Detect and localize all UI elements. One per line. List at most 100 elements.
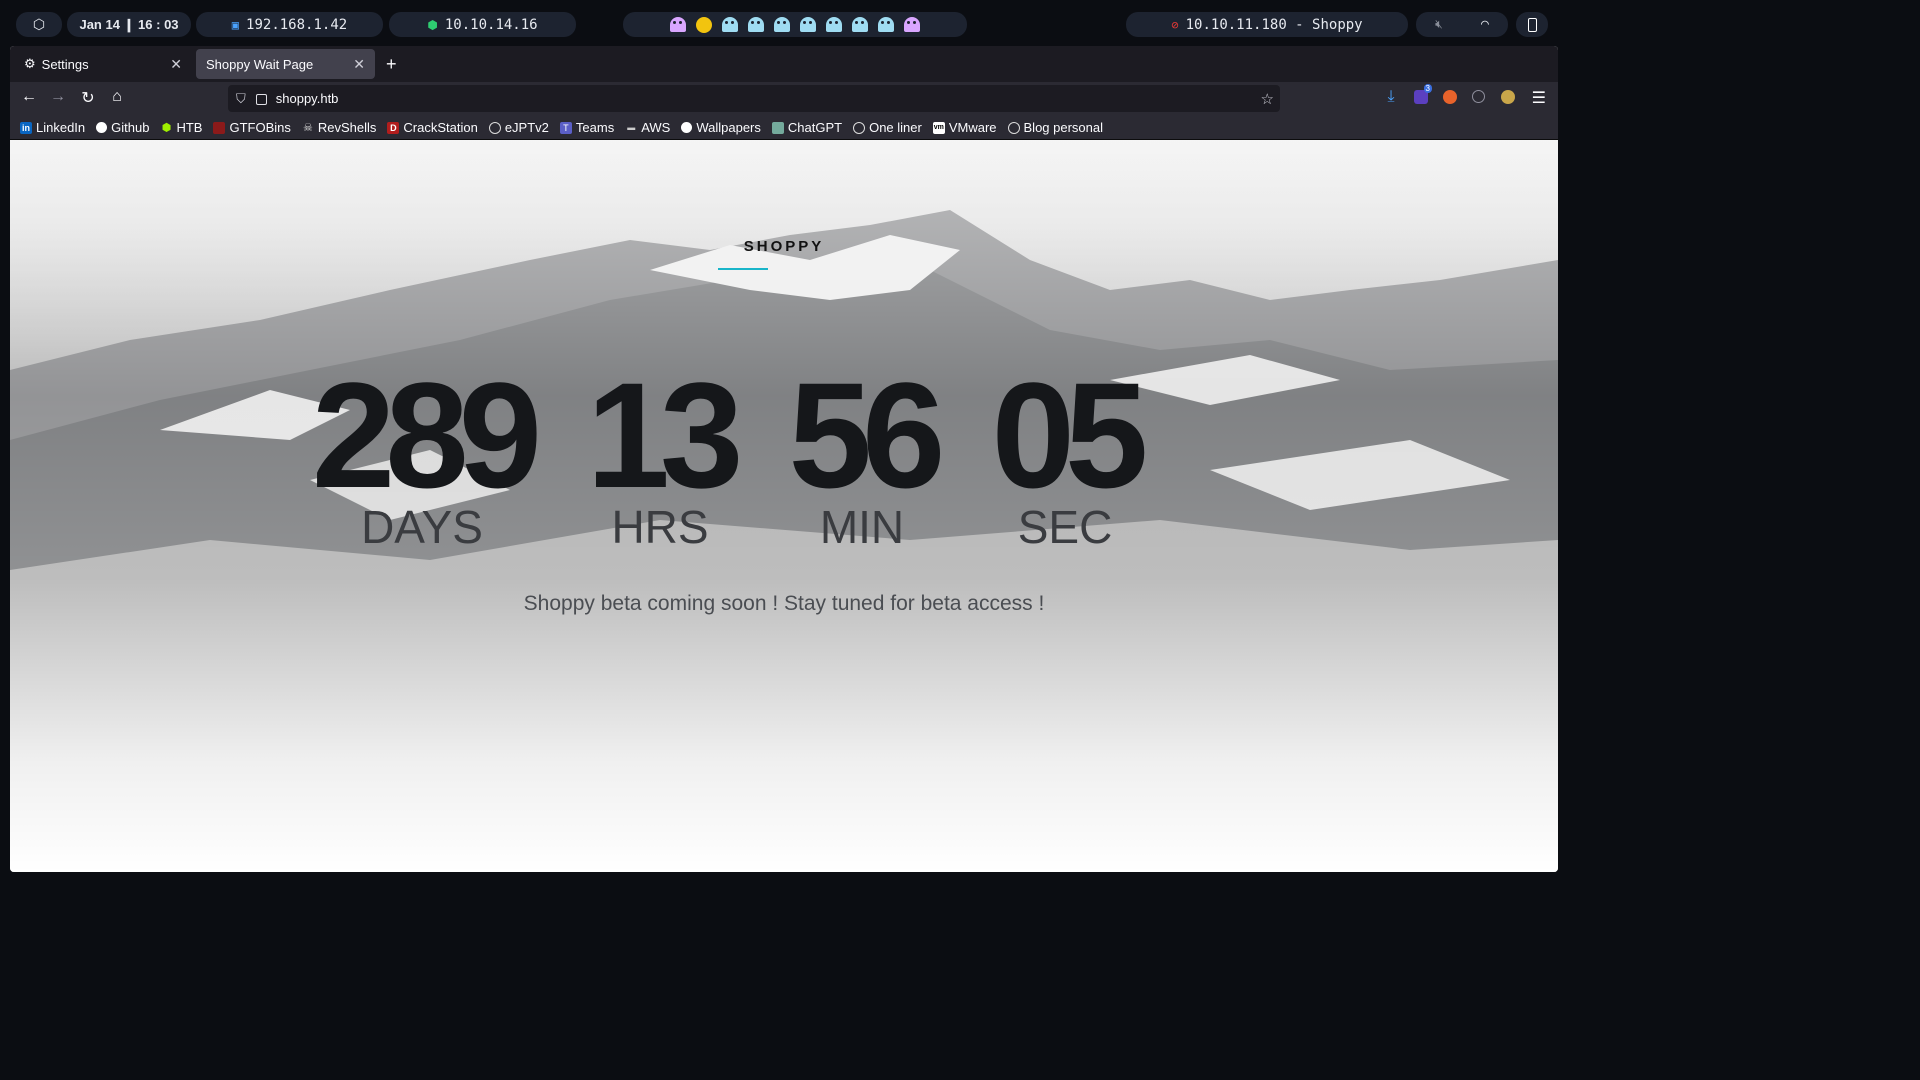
bookmark-wallpapers[interactable]: Wallpapers xyxy=(681,120,761,135)
bookmark-label: AWS xyxy=(641,120,671,135)
launcher-button[interactable]: ⬡ xyxy=(16,12,62,37)
tab-shoppy-label: Shoppy Wait Page xyxy=(206,56,314,72)
globe-icon xyxy=(488,121,501,134)
vpn-ip-text: 10.10.14.16 xyxy=(444,16,538,33)
bookmark-chatgpt[interactable]: ChatGPT xyxy=(771,120,843,135)
bookmark-label: GTFOBins xyxy=(229,120,291,135)
close-tab-settings-icon[interactable]: ✕ xyxy=(170,56,182,73)
url-text[interactable]: shoppy.htb xyxy=(276,91,339,106)
countdown-seconds: 05 SEC xyxy=(985,351,1149,554)
chatgpt-icon xyxy=(771,121,784,134)
address-bar[interactable]: ⛉ shoppy.htb ☆ xyxy=(228,85,1280,112)
bookmark-label: VMware xyxy=(948,120,997,135)
tab-shoppy-wait-page[interactable]: Shoppy Wait Page ✕ xyxy=(196,49,375,79)
shoppy-wait-page: SHOPPY 289 DAYS 13 HRS 56 MIN 05 SEC Sho… xyxy=(10,140,1558,872)
bookmark-teams[interactable]: T Teams xyxy=(559,120,615,135)
bookmark-star-icon[interactable]: ☆ xyxy=(1261,90,1274,108)
extension-cookie-icon[interactable] xyxy=(1501,90,1515,104)
bookmark-label: Teams xyxy=(575,120,615,135)
tab-settings-label: Settings xyxy=(41,56,89,72)
workspace-2-pacman-icon[interactable] xyxy=(696,16,712,33)
datetime-text: Jan 14 ❙ 16 : 03 xyxy=(79,16,179,32)
bookmark-vmware[interactable]: vm VMware xyxy=(932,120,997,135)
bookmark-label: Github xyxy=(111,120,150,135)
bookmark-one-liner[interactable]: One liner xyxy=(853,120,922,135)
linkedin-icon: in xyxy=(20,121,32,134)
system-tray: 🔇︎ ◠ xyxy=(1416,12,1508,37)
workspace-7-ghost-icon[interactable] xyxy=(826,17,842,32)
hamburger-menu-icon[interactable]: ☰ xyxy=(1532,88,1546,108)
gear-icon: ⚙ xyxy=(24,56,36,71)
reload-icon[interactable]: ↻ xyxy=(77,88,99,108)
target-icon: ⊘ xyxy=(1171,17,1179,32)
bookmark-label: HTB xyxy=(176,120,203,135)
battery-widget[interactable] xyxy=(1516,12,1548,37)
countdown-minutes-value: 56 xyxy=(788,351,946,519)
vpn-ip-widget[interactable]: ⬢ 10.10.14.16 xyxy=(389,12,576,37)
workspace-1-ghost-icon[interactable] xyxy=(670,17,686,32)
globe-icon xyxy=(853,121,866,134)
tab-settings[interactable]: ⚙ Settings ✕ xyxy=(14,49,192,79)
clock-widget[interactable]: Jan 14 ❙ 16 : 03 xyxy=(67,12,191,37)
tracking-shield-icon[interactable]: ⛉ xyxy=(236,91,246,107)
bookmark-blog-personal[interactable]: Blog personal xyxy=(1007,120,1104,135)
tab-strip: ⚙ Settings ✕ Shoppy Wait Page ✕ + xyxy=(10,46,1558,82)
bookmark-htb[interactable]: ⬢ HTB xyxy=(160,120,203,135)
local-ip-widget[interactable]: ▣ 192.168.1.42 xyxy=(196,12,383,37)
volume-muted-icon[interactable]: 🔇︎ xyxy=(1435,17,1443,32)
htb-icon: ⬢ xyxy=(161,122,172,134)
bookmark-label: ChatGPT xyxy=(787,120,843,135)
browser-window: ⚙ Settings ✕ Shoppy Wait Page ✕ + ← → ↻ … xyxy=(10,46,1558,872)
workspace-3-ghost-icon[interactable] xyxy=(722,17,738,32)
bookmark-ejptv2[interactable]: eJPTv2 xyxy=(488,120,549,135)
brand-underline xyxy=(718,268,768,270)
bookmark-aws[interactable]: ▬ AWS xyxy=(625,120,670,135)
github-icon xyxy=(96,122,108,133)
desktop-top-bar: ⬡ Jan 14 ❙ 16 : 03 ▣ 192.168.1.42 ⬢ 10.1… xyxy=(0,0,1568,46)
extension-purple-icon[interactable]: 3 xyxy=(1414,84,1432,104)
bookmark-label: Wallpapers xyxy=(696,120,761,135)
workspace-5-ghost-icon[interactable] xyxy=(774,17,790,32)
wifi-icon[interactable]: ◠ xyxy=(1481,17,1489,32)
local-ip-text: 192.168.1.42 xyxy=(246,16,348,33)
workspace-4-ghost-icon[interactable] xyxy=(748,17,764,32)
bookmark-github[interactable]: Github xyxy=(96,120,149,135)
insecure-lock-icon[interactable] xyxy=(255,94,267,105)
countdown-days: 289 DAYS xyxy=(302,360,542,554)
workspace-8-ghost-icon[interactable] xyxy=(852,17,868,32)
close-tab-shoppy-icon[interactable]: ✕ xyxy=(353,56,365,73)
navigation-toolbar: ← → ↻ ⌂ ⛉ shoppy.htb ☆ ⤓ 3 ☰ xyxy=(10,82,1558,116)
downloads-icon[interactable]: ⤓ xyxy=(1380,88,1402,106)
globe-icon xyxy=(1007,121,1020,134)
beta-tagline: Shoppy beta coming soon ! Stay tuned for… xyxy=(523,592,1045,615)
bookmark-label: One liner xyxy=(869,120,922,135)
workspace-6-ghost-icon[interactable] xyxy=(800,17,816,32)
countdown-seconds-value: 05 xyxy=(991,351,1149,519)
target-widget[interactable]: ⊘ 10.10.11.180 - Shoppy xyxy=(1126,12,1408,37)
forward-arrow-icon[interactable]: → xyxy=(47,88,69,106)
bookmark-gtfobins[interactable]: GTFOBins xyxy=(213,120,291,135)
bookmark-label: CrackStation xyxy=(403,120,478,135)
extension-fox-icon[interactable] xyxy=(1443,90,1457,104)
countdown-minutes: 56 MIN xyxy=(782,351,946,554)
vmware-icon: vm xyxy=(932,121,945,134)
workspace-switcher xyxy=(623,12,967,37)
home-icon[interactable]: ⌂ xyxy=(106,88,128,106)
back-arrow-icon[interactable]: ← xyxy=(18,88,40,106)
bookmark-linkedin[interactable]: in LinkedIn xyxy=(20,120,85,135)
workspace-10-ghost-icon[interactable] xyxy=(904,17,920,32)
bookmark-crackstation[interactable]: D CrackStation xyxy=(387,120,478,135)
countdown-hours: 13 HRS xyxy=(580,360,744,554)
new-tab-button[interactable]: + xyxy=(386,54,397,75)
workspace-9-ghost-icon[interactable] xyxy=(878,17,894,32)
cube-icon: ⬡ xyxy=(32,16,46,33)
target-text: 10.10.11.180 - Shoppy xyxy=(1185,16,1363,33)
bookmark-label: Blog personal xyxy=(1023,120,1104,135)
skull-icon: ☠ xyxy=(302,122,313,134)
bookmark-revshells[interactable]: ☠ RevShells xyxy=(302,120,376,135)
bookmark-label: eJPTv2 xyxy=(504,120,549,135)
github-icon xyxy=(681,122,693,133)
extension-gear-icon[interactable] xyxy=(1472,90,1485,103)
teams-icon: T xyxy=(559,121,572,134)
bookmarks-toolbar: in LinkedIn Github ⬢ HTB GTFOBins ☠ RevShel… xyxy=(10,116,1558,140)
